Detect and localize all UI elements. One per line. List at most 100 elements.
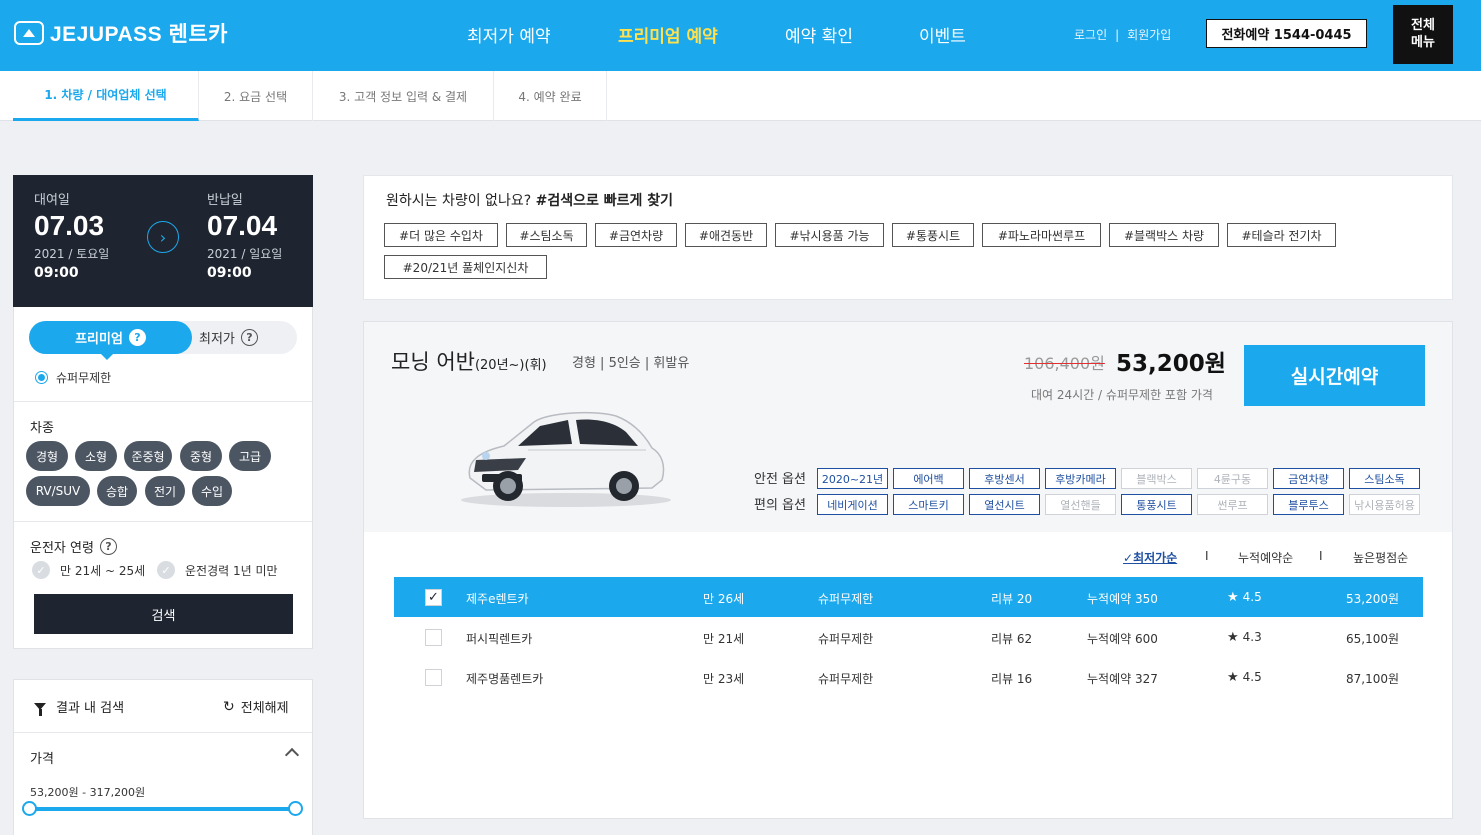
signup-link[interactable]: 회원가입 — [1127, 28, 1171, 42]
search-tag[interactable]: #낚시용품 가능 — [775, 223, 884, 247]
price-slider-track[interactable] — [30, 807, 296, 811]
sort-lowest-label: 최저가순 — [1133, 551, 1178, 565]
sort-separator: I — [1319, 549, 1323, 563]
company-row[interactable]: 퍼시픽렌트카 만 21세 슈퍼무제한 리뷰 62 누적예약 600 ★ 4.3 65,100원 — [394, 617, 1423, 657]
safety-option-badge: 후방카메라 — [1045, 468, 1116, 489]
insurance-type: 슈퍼무제한 — [818, 672, 874, 686]
rating-value: 4.5 — [1242, 590, 1262, 604]
chevron-right-icon: › — [147, 221, 179, 253]
row-checkbox[interactable] — [425, 629, 442, 646]
sort-highest-rating[interactable]: 높은평점순 — [1353, 549, 1408, 566]
reset-label: 전체해제 — [240, 701, 289, 716]
help-icon[interactable]: ? — [240, 329, 258, 346]
star-icon: ★ — [1227, 630, 1239, 645]
pickup-label: 대여일 — [34, 193, 70, 208]
price-slider-max-handle[interactable] — [288, 801, 303, 816]
convenience-option-badge: 네비게이션 — [817, 494, 888, 515]
nav-premium[interactable]: 프리미엄 예약 — [618, 22, 718, 47]
step-2: 2. 요금 선택 — [199, 71, 313, 121]
convenience-option-badge: 낚시용품허용 — [1349, 494, 1420, 515]
search-tag[interactable]: #20/21년 풀체인지신차 — [384, 255, 547, 279]
car-type-chip[interactable]: 승합 — [97, 476, 137, 506]
return-date-value: 07.04 — [207, 210, 278, 241]
filter-header: 결과 내 검색 ↻ 전체해제 — [14, 680, 312, 733]
row-price: 53,200원 — [1346, 592, 1400, 606]
search-button[interactable]: 검색 — [34, 594, 293, 634]
rental-date-box[interactable]: 대여일 07.03 2021 / 토요일 09:00 › 반납일 07.04 2… — [13, 175, 313, 307]
car-type-chip[interactable]: 수입 — [192, 476, 232, 506]
search-tag[interactable]: #블랙박스 차량 — [1109, 223, 1219, 247]
nav-reservation-check[interactable]: 예약 확인 — [785, 22, 853, 47]
age-option[interactable]: ✓ 만 21세 ~ 25세 — [32, 561, 145, 579]
help-icon[interactable]: ? — [128, 329, 146, 346]
car-type-chip[interactable]: 경형 — [26, 441, 68, 471]
realtime-reserve-button[interactable]: 실시간예약 — [1244, 345, 1425, 406]
search-tag[interactable]: #파노라마썬루프 — [982, 223, 1101, 247]
search-tag[interactable]: #더 많은 수입차 — [384, 223, 498, 247]
search-tag[interactable]: #스팀소독 — [506, 223, 587, 247]
search-tag[interactable]: #애견동반 — [685, 223, 767, 247]
nav-events[interactable]: 이벤트 — [919, 22, 966, 47]
filter-icon — [34, 703, 46, 716]
logo[interactable]: JEJUPASS 렌트카 — [14, 20, 228, 46]
car-type-chip[interactable]: RV/SUV — [26, 476, 90, 506]
header: JEJUPASS 렌트카 최저가 예약 프리미엄 예약 예약 확인 이벤트 로그… — [0, 0, 1481, 71]
car-type-chip[interactable]: 중형 — [180, 441, 222, 471]
car-name: 모닝 어반(20년~)(휘) — [391, 346, 547, 376]
quick-search-bold: #검색으로 빠르게 찾기 — [535, 193, 673, 209]
safety-option-badge: 2020~21년 — [817, 468, 888, 489]
car-summary: 모닝 어반(20년~)(휘) 경형 | 5인승 | 휘발유 106,400원 5… — [364, 322, 1452, 532]
convenience-option-badge: 열선핸들 — [1045, 494, 1116, 515]
experience-option-label: 운전경력 1년 미만 — [185, 563, 278, 578]
sort-most-booked[interactable]: 누적예약순 — [1238, 549, 1293, 566]
company-row[interactable]: 제주명품렌트카 만 23세 슈퍼무제한 리뷰 16 누적예약 327 ★ 4.5 87,100… — [394, 657, 1423, 697]
reset-filters-button[interactable]: ↻ 전체해제 — [223, 697, 289, 717]
logo-text: JEJUPASS 렌트카 — [50, 23, 228, 46]
insurance-type: 슈퍼무제한 — [818, 632, 874, 646]
phone-reservation-button[interactable]: 전화예약 1544-0445 — [1206, 19, 1367, 48]
rating: ★ 4.3 — [1227, 630, 1262, 645]
return-label: 반납일 — [207, 193, 243, 208]
nav-lowest-price[interactable]: 최저가 예약 — [467, 22, 551, 47]
lowest-toggle[interactable]: 최저가 ? — [199, 321, 258, 354]
driver-age-title: 운전자 연령 ? — [30, 537, 117, 556]
driver-age-label: 운전자 연령 — [30, 541, 94, 556]
menu-label-1: 전체 — [1411, 18, 1435, 34]
chevron-up-icon[interactable] — [284, 747, 300, 763]
company-row[interactable]: ✓ 제주e렌트카 만 26세 슈퍼무제한 리뷰 20 누적예약 350 ★ 4.5 53,200… — [394, 577, 1423, 617]
sort-lowest-price[interactable]: ✓최저가순 — [1123, 549, 1177, 566]
search-tag[interactable]: #금연차량 — [595, 223, 677, 247]
quick-search-panel: 원하시는 차량이 없나요? #검색으로 빠르게 찾기 #더 많은 수입차 #스팀… — [363, 175, 1453, 300]
quick-search-text: 원하시는 차량이 없나요? — [386, 193, 536, 209]
car-card: 모닝 어반(20년~)(휘) 경형 | 5인승 | 휘발유 106,400원 5… — [363, 321, 1453, 819]
safety-option-badge: 후방센서 — [969, 468, 1040, 489]
search-tag[interactable]: #테슬라 전기차 — [1227, 223, 1336, 247]
divider — [14, 521, 312, 522]
all-menu-button[interactable]: 전체 메뉴 — [1393, 5, 1453, 64]
row-checkbox[interactable] — [425, 669, 442, 686]
car-type-chip[interactable]: 소형 — [75, 441, 117, 471]
row-checkbox[interactable]: ✓ — [425, 589, 442, 606]
step-4: 4. 예약 완료 — [494, 71, 607, 121]
price-range-text: 53,200원 - 317,200원 — [30, 786, 146, 799]
login-link[interactable]: 로그인 — [1074, 28, 1107, 42]
company-name: 퍼시픽렌트카 — [466, 632, 533, 646]
review-count: 리뷰 20 — [991, 592, 1033, 606]
radio-selected-icon — [35, 371, 48, 384]
price-note: 대여 24시간 / 슈퍼무제한 포함 가격 — [1031, 388, 1213, 402]
result-filter-panel: 결과 내 검색 ↻ 전체해제 가격 53,200원 - 317,200원 — [13, 679, 313, 835]
company-name: 제주명품렌트카 — [466, 672, 544, 686]
help-icon[interactable]: ? — [99, 538, 117, 555]
car-type-chip[interactable]: 전기 — [145, 476, 185, 506]
search-tag[interactable]: #통풍시트 — [892, 223, 974, 247]
experience-option[interactable]: ✓ 운전경력 1년 미만 — [157, 561, 278, 579]
premium-toggle-label: 프리미엄 — [75, 332, 123, 347]
price-slider-min-handle[interactable] — [22, 801, 37, 816]
sort-separator: I — [1205, 549, 1209, 563]
premium-toggle[interactable]: 프리미엄 ? — [29, 321, 192, 360]
car-type-chip[interactable]: 고급 — [229, 441, 271, 471]
step-3: 3. 고객 정보 입력 & 결제 — [313, 71, 494, 121]
car-type-chip[interactable]: 준중형 — [124, 441, 172, 471]
insurance-radio[interactable]: 슈퍼무제한 — [35, 369, 111, 386]
car-spec: 경형 | 5인승 | 휘발유 — [572, 356, 690, 371]
